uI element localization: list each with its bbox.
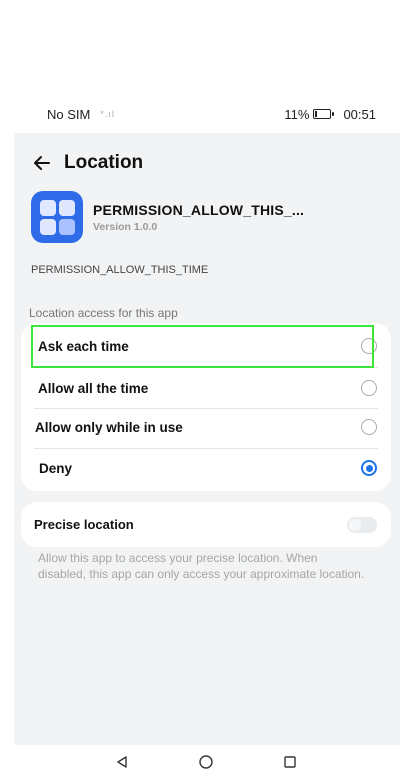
app-grid-icon [31,191,83,243]
battery-percent: 11% [284,106,310,122]
system-nav-bar [0,745,412,778]
app-info: PERMISSION_ALLOW_THIS_... Version 1.0.0 [31,191,304,243]
location-permission-screen: Location PERMISSION_ALLOW_THIS_... Versi… [14,133,400,745]
option-deny[interactable]: Deny [21,448,391,488]
arrow-left-icon[interactable] [30,151,54,175]
option-label: Allow only while in use [35,419,183,435]
option-label: Allow all the time [38,380,149,396]
carrier-text: No SIM [47,106,91,122]
triangle-back-icon[interactable] [112,752,132,772]
precise-location-card: Precise location [21,502,391,547]
top-bar: Location [14,141,400,185]
option-allow-all-the-time[interactable]: Allow all the time [21,368,391,408]
radio-allow-all-the-time[interactable] [361,380,377,396]
radio-ask-each-time[interactable] [361,338,377,354]
signal-bars-icon: *.ıl [100,109,115,119]
radio-allow-while-in-use[interactable] [361,419,377,435]
page-title: Location [64,152,144,173]
precise-location-toggle[interactable] [347,516,377,533]
precise-location-row[interactable]: Precise location [21,502,391,547]
section-label: Location access for this app [29,306,178,320]
option-ask-each-time[interactable]: Ask each time [21,326,391,366]
app-name: PERMISSION_ALLOW_THIS_... [93,201,305,218]
precise-location-label: Precise location [34,517,134,532]
location-options-card: Ask each time Allow all the time Allow o… [21,323,391,491]
option-label: Deny [39,460,73,476]
status-bar: No SIM *.ıl 11% 00:51 [0,96,412,132]
permission-description: PERMISSION_ALLOW_THIS_TIME [31,264,209,276]
clock: 00:51 [343,106,376,122]
precise-location-hint: Allow this app to access your precise lo… [38,551,365,581]
option-allow-while-in-use[interactable]: Allow only while in use [21,407,391,447]
battery-icon [313,109,335,119]
radio-deny[interactable] [361,460,377,476]
app-version: Version 1.0.0 [93,220,158,233]
option-label: Ask each time [38,338,129,354]
battery-indicator: 11% [284,106,335,122]
circle-home-icon[interactable] [196,752,216,772]
square-recents-icon[interactable] [280,752,300,772]
